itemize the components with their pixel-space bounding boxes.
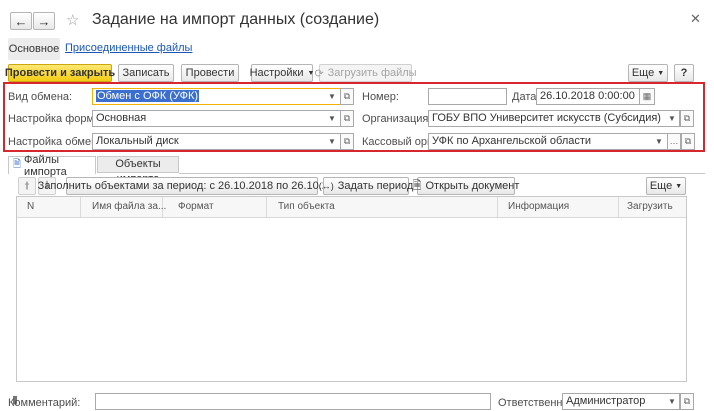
arrow-up-icon: 🠙 xyxy=(24,179,30,192)
close-icon[interactable]: ✕ xyxy=(690,11,701,27)
open-document-button[interactable]: 🗎 Открыть документ xyxy=(413,177,519,195)
column-separator xyxy=(266,197,267,218)
more-actions-label: Еще xyxy=(631,67,655,79)
column-separator xyxy=(497,197,498,218)
open-document-label: Открыть документ xyxy=(425,180,520,192)
calendar-icon[interactable]: ▦ xyxy=(639,88,655,105)
exchange-type-dropdown-icon[interactable]: ▼ xyxy=(327,89,337,104)
back-button[interactable]: ← xyxy=(10,12,32,30)
date-field[interactable]: 26.10.2018 0:00:00 xyxy=(536,88,640,105)
organization-label: Организация: xyxy=(362,113,432,125)
comment-label: Комментарий: xyxy=(8,397,81,409)
chevron-down-icon: ▼ xyxy=(307,69,315,77)
favorite-star-icon[interactable]: ☆ xyxy=(66,11,79,29)
arrow-right-icon: → xyxy=(37,13,51,29)
treasury-open-icon[interactable]: ⧉ xyxy=(681,133,695,150)
column-header-file-name[interactable]: Имя файла за... xyxy=(92,201,166,215)
treasury-field[interactable]: УФК по Архангельской области xyxy=(428,133,668,150)
tab-import-objects[interactable]: Объекты импорта xyxy=(97,156,179,185)
responsible-open-icon[interactable]: ⧉ xyxy=(680,393,694,410)
number-field[interactable] xyxy=(428,88,507,105)
arrow-left-icon: ← xyxy=(14,13,28,29)
exchange-type-field[interactable]: Обмен с ОФК (УФК) xyxy=(92,88,342,105)
help-button[interactable]: ? xyxy=(674,64,694,82)
exchange-settings-dropdown-icon[interactable]: ▼ xyxy=(327,134,337,149)
tab-main-label: Основное xyxy=(8,43,60,55)
post-button[interactable]: Провести xyxy=(181,64,239,82)
comment-field[interactable] xyxy=(95,393,491,410)
exchange-settings-field[interactable]: Локальный диск xyxy=(92,133,342,150)
page-title: Задание на импорт данных (создание) xyxy=(92,11,380,28)
organization-dropdown-icon[interactable]: ▼ xyxy=(667,111,677,126)
chevron-down-icon: ▼ xyxy=(657,69,665,77)
responsible-field[interactable]: Администратор xyxy=(562,393,680,410)
move-up-button[interactable]: 🠙 xyxy=(18,177,36,195)
exchange-type-label: Вид обмена: xyxy=(8,91,73,103)
tab-main[interactable]: Основное xyxy=(8,38,60,60)
period-icon: (↔) xyxy=(318,181,334,191)
more-actions-button[interactable]: Еще ▼ xyxy=(628,64,668,82)
treasury-dropdown-icon[interactable]: ▼ xyxy=(654,134,664,149)
exchange-type-open-icon[interactable]: ⧉ xyxy=(340,88,354,105)
organization-open-icon[interactable]: ⧉ xyxy=(680,110,694,127)
exchange-type-value: Обмен с ОФК (УФК) xyxy=(96,90,200,102)
fill-objects-label: Заполнить объектами за период: с 26.10.2… xyxy=(37,180,347,192)
responsible-dropdown-icon[interactable]: ▼ xyxy=(667,394,677,409)
settings-label: Настройки xyxy=(249,67,304,79)
exchange-settings-open-icon[interactable]: ⧉ xyxy=(340,133,354,150)
load-files-label: Загрузить файлы xyxy=(327,67,417,79)
table-more-label: Еще xyxy=(649,180,673,192)
forward-button[interactable]: → xyxy=(33,12,55,30)
column-separator xyxy=(80,197,81,218)
settings-button[interactable]: Настройки ▼ xyxy=(249,64,315,82)
help-label: ? xyxy=(680,67,688,79)
format-settings-open-icon[interactable]: ⧉ xyxy=(340,110,354,127)
tab-import-files[interactable]: 🗎 Файлы импорта xyxy=(8,154,96,178)
table-more-button[interactable]: Еще ▼ xyxy=(646,177,686,195)
tabs-divider xyxy=(179,173,705,174)
document-icon: 🗎 xyxy=(412,179,422,192)
tab-attached-files[interactable]: Присоединенные файлы xyxy=(65,42,192,54)
column-header-n[interactable]: N xyxy=(27,201,34,215)
tab-import-files-label: Файлы импорта xyxy=(24,153,67,178)
format-settings-field[interactable]: Основная xyxy=(92,110,342,127)
treasury-select-icon[interactable]: … xyxy=(667,133,681,150)
post-and-close-label: Провести и закрыть xyxy=(4,67,116,79)
column-separator xyxy=(618,197,619,218)
post-label: Провести xyxy=(185,67,235,79)
load-files-button[interactable]: ⟳ Загрузить файлы xyxy=(314,64,417,82)
set-period-label: Задать период xyxy=(337,180,414,192)
organization-field[interactable]: ГОБУ ВПО Университет искусств (Субсидия) xyxy=(428,110,680,127)
chevron-down-icon: ▼ xyxy=(675,182,683,190)
column-header-information[interactable]: Информация xyxy=(508,201,569,215)
column-header-object-type[interactable]: Тип объекта xyxy=(278,201,335,215)
number-label: Номер: xyxy=(362,91,399,103)
fill-objects-button[interactable]: Заполнить объектами за период: с 26.10.2… xyxy=(38,177,346,195)
refresh-icon: ⟳ xyxy=(314,67,324,80)
write-label: Записать xyxy=(122,67,170,79)
set-period-button[interactable]: (↔) Задать период xyxy=(319,177,413,195)
column-header-load[interactable]: Загрузить xyxy=(627,201,673,215)
import-files-table[interactable] xyxy=(16,196,687,382)
format-settings-dropdown-icon[interactable]: ▼ xyxy=(327,111,337,126)
write-button[interactable]: Записать xyxy=(118,64,174,82)
column-header-format[interactable]: Формат xyxy=(178,201,214,215)
import-files-icon: 🗎 xyxy=(13,159,22,170)
post-and-close-button[interactable]: Провести и закрыть xyxy=(4,64,116,82)
